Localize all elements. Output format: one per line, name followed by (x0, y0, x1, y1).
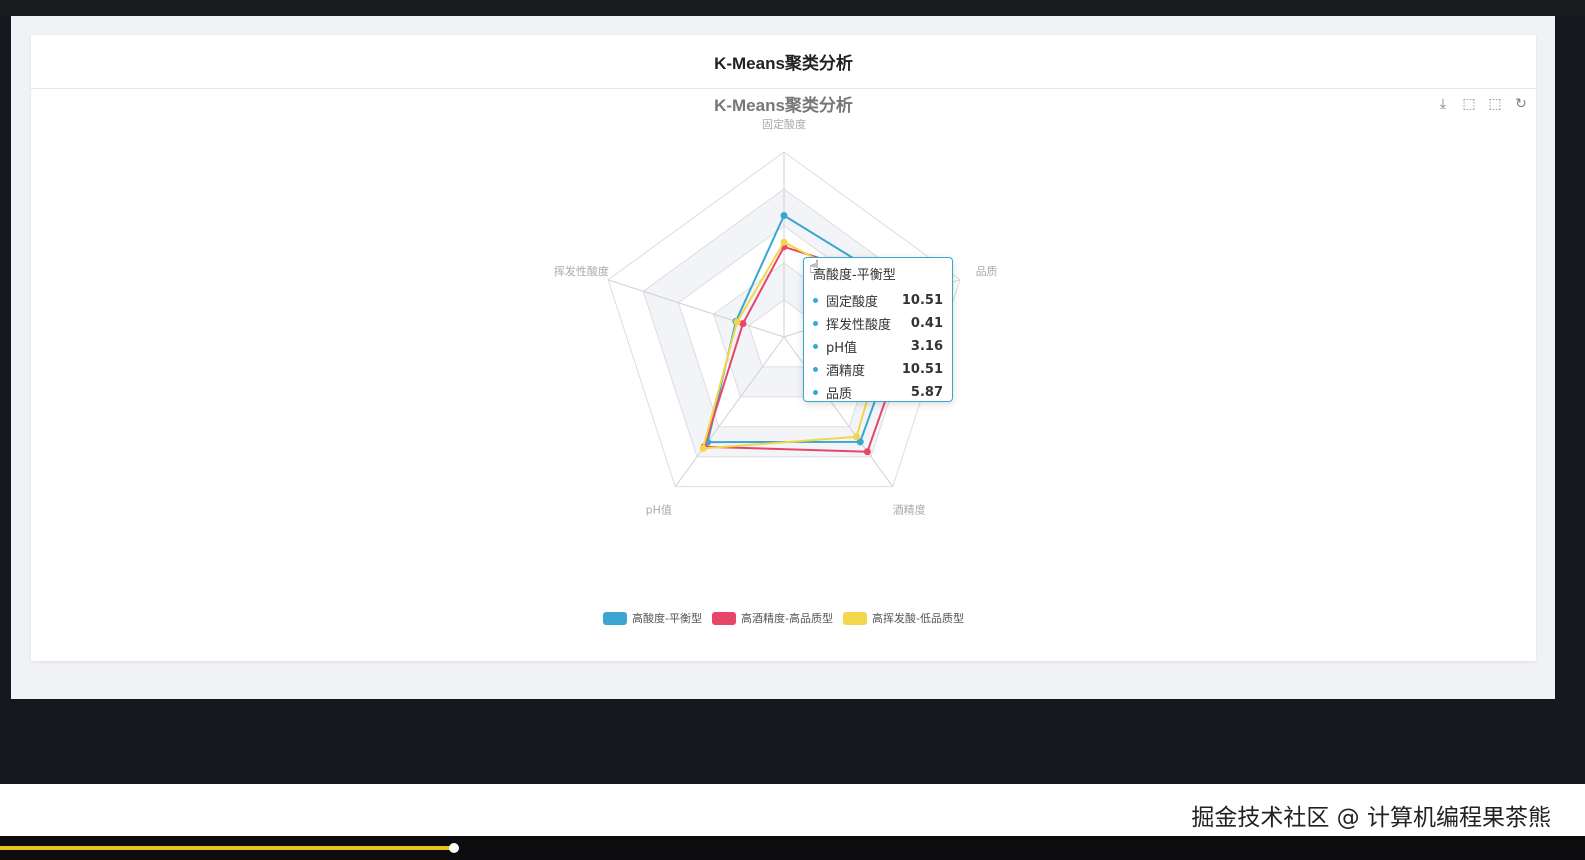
progress-fill (0, 846, 455, 850)
progress-knob[interactable] (449, 843, 459, 853)
radar-data-point (780, 211, 788, 219)
tooltip-row: 酒精度 10.51 (813, 358, 943, 381)
legend-swatch (712, 611, 737, 625)
tooltip-value: 10.51 (901, 362, 943, 377)
tooltip-row: 挥发性酸度 0.41 (813, 312, 943, 335)
radar-indicator-label: 固定酸度 (762, 117, 806, 131)
legend-swatch (603, 611, 628, 625)
legend-label: 高酒精度-高品质型 (741, 612, 833, 625)
tooltip-title: 高酸度-平衡型 (813, 268, 896, 283)
chart-tooltip: 高酸度-平衡型 固定酸度 10.51 挥发性酸度 0.41 pH值 3.16 酒… (803, 257, 953, 402)
tooltip-dot (813, 344, 818, 349)
tooltip-label: 品质 (826, 387, 853, 402)
radar-data-point (780, 238, 788, 246)
tooltip-row: 固定酸度 10.51 (813, 289, 943, 312)
watermark-text: 掘金技术社区 @ 计算机编程果茶熊 (1191, 805, 1551, 831)
tooltip-dot (813, 298, 818, 303)
tooltip-dot (813, 321, 818, 326)
window-top-bar (0, 0, 1585, 16)
tooltip-label: 挥发性酸度 (826, 318, 892, 333)
radar-data-point (852, 433, 860, 441)
tooltip-row: pH值 3.16 (813, 335, 943, 358)
chart-legend: 高酸度-平衡型 高酒精度-高品质型 高挥发酸-低品质型 (31, 610, 1536, 626)
radar-indicator-label: 品质 (976, 265, 998, 278)
tooltip-dot (813, 390, 818, 395)
radar-indicator-label: pH值 (646, 503, 672, 516)
app-screen: K-Means聚类分析 K-Means聚类分析 ⤓ ⬚ ⬚ ↻ 固定酸度 品质 酒精… (11, 16, 1555, 699)
hand-cursor-icon: ☝ (809, 257, 820, 278)
tooltip-value: 5.87 (910, 385, 943, 400)
video-progress-bar[interactable] (0, 836, 1585, 860)
radar-data-point (863, 448, 871, 456)
tooltip-label: pH值 (826, 341, 858, 356)
tooltip-row: 品质 5.87 (813, 381, 943, 404)
legend-item-high-acid[interactable]: 高酸度-平衡型 (603, 610, 702, 626)
legend-swatch (842, 611, 867, 625)
radar-indicator-label: 酒精度 (893, 502, 926, 516)
legend-label: 高挥发酸-低品质型 (871, 612, 964, 625)
legend-item-high-alcohol[interactable]: 高酒精度-高品质型 (712, 610, 833, 626)
radar-data-point (699, 444, 707, 452)
tooltip-dot (813, 367, 818, 372)
tooltip-value: 3.16 (910, 339, 943, 354)
tooltip-value: 0.41 (910, 316, 943, 331)
tooltip-label: 酒精度 (826, 364, 866, 379)
tooltip-value: 10.51 (901, 293, 943, 308)
radar-indicator-label: 挥发性酸度 (554, 264, 609, 278)
radar-data-point (733, 318, 741, 326)
radar-chart: 固定酸度品质酒精度pH值挥发性酸度 (554, 117, 998, 516)
legend-item-high-volatile[interactable]: 高挥发酸-低品质型 (842, 610, 964, 626)
chart-card: K-Means聚类分析 K-Means聚类分析 ⤓ ⬚ ⬚ ↻ 固定酸度 品质 酒精… (31, 35, 1536, 661)
tooltip-label: 固定酸度 (826, 295, 879, 310)
legend-label: 高酸度-平衡型 (632, 612, 703, 625)
